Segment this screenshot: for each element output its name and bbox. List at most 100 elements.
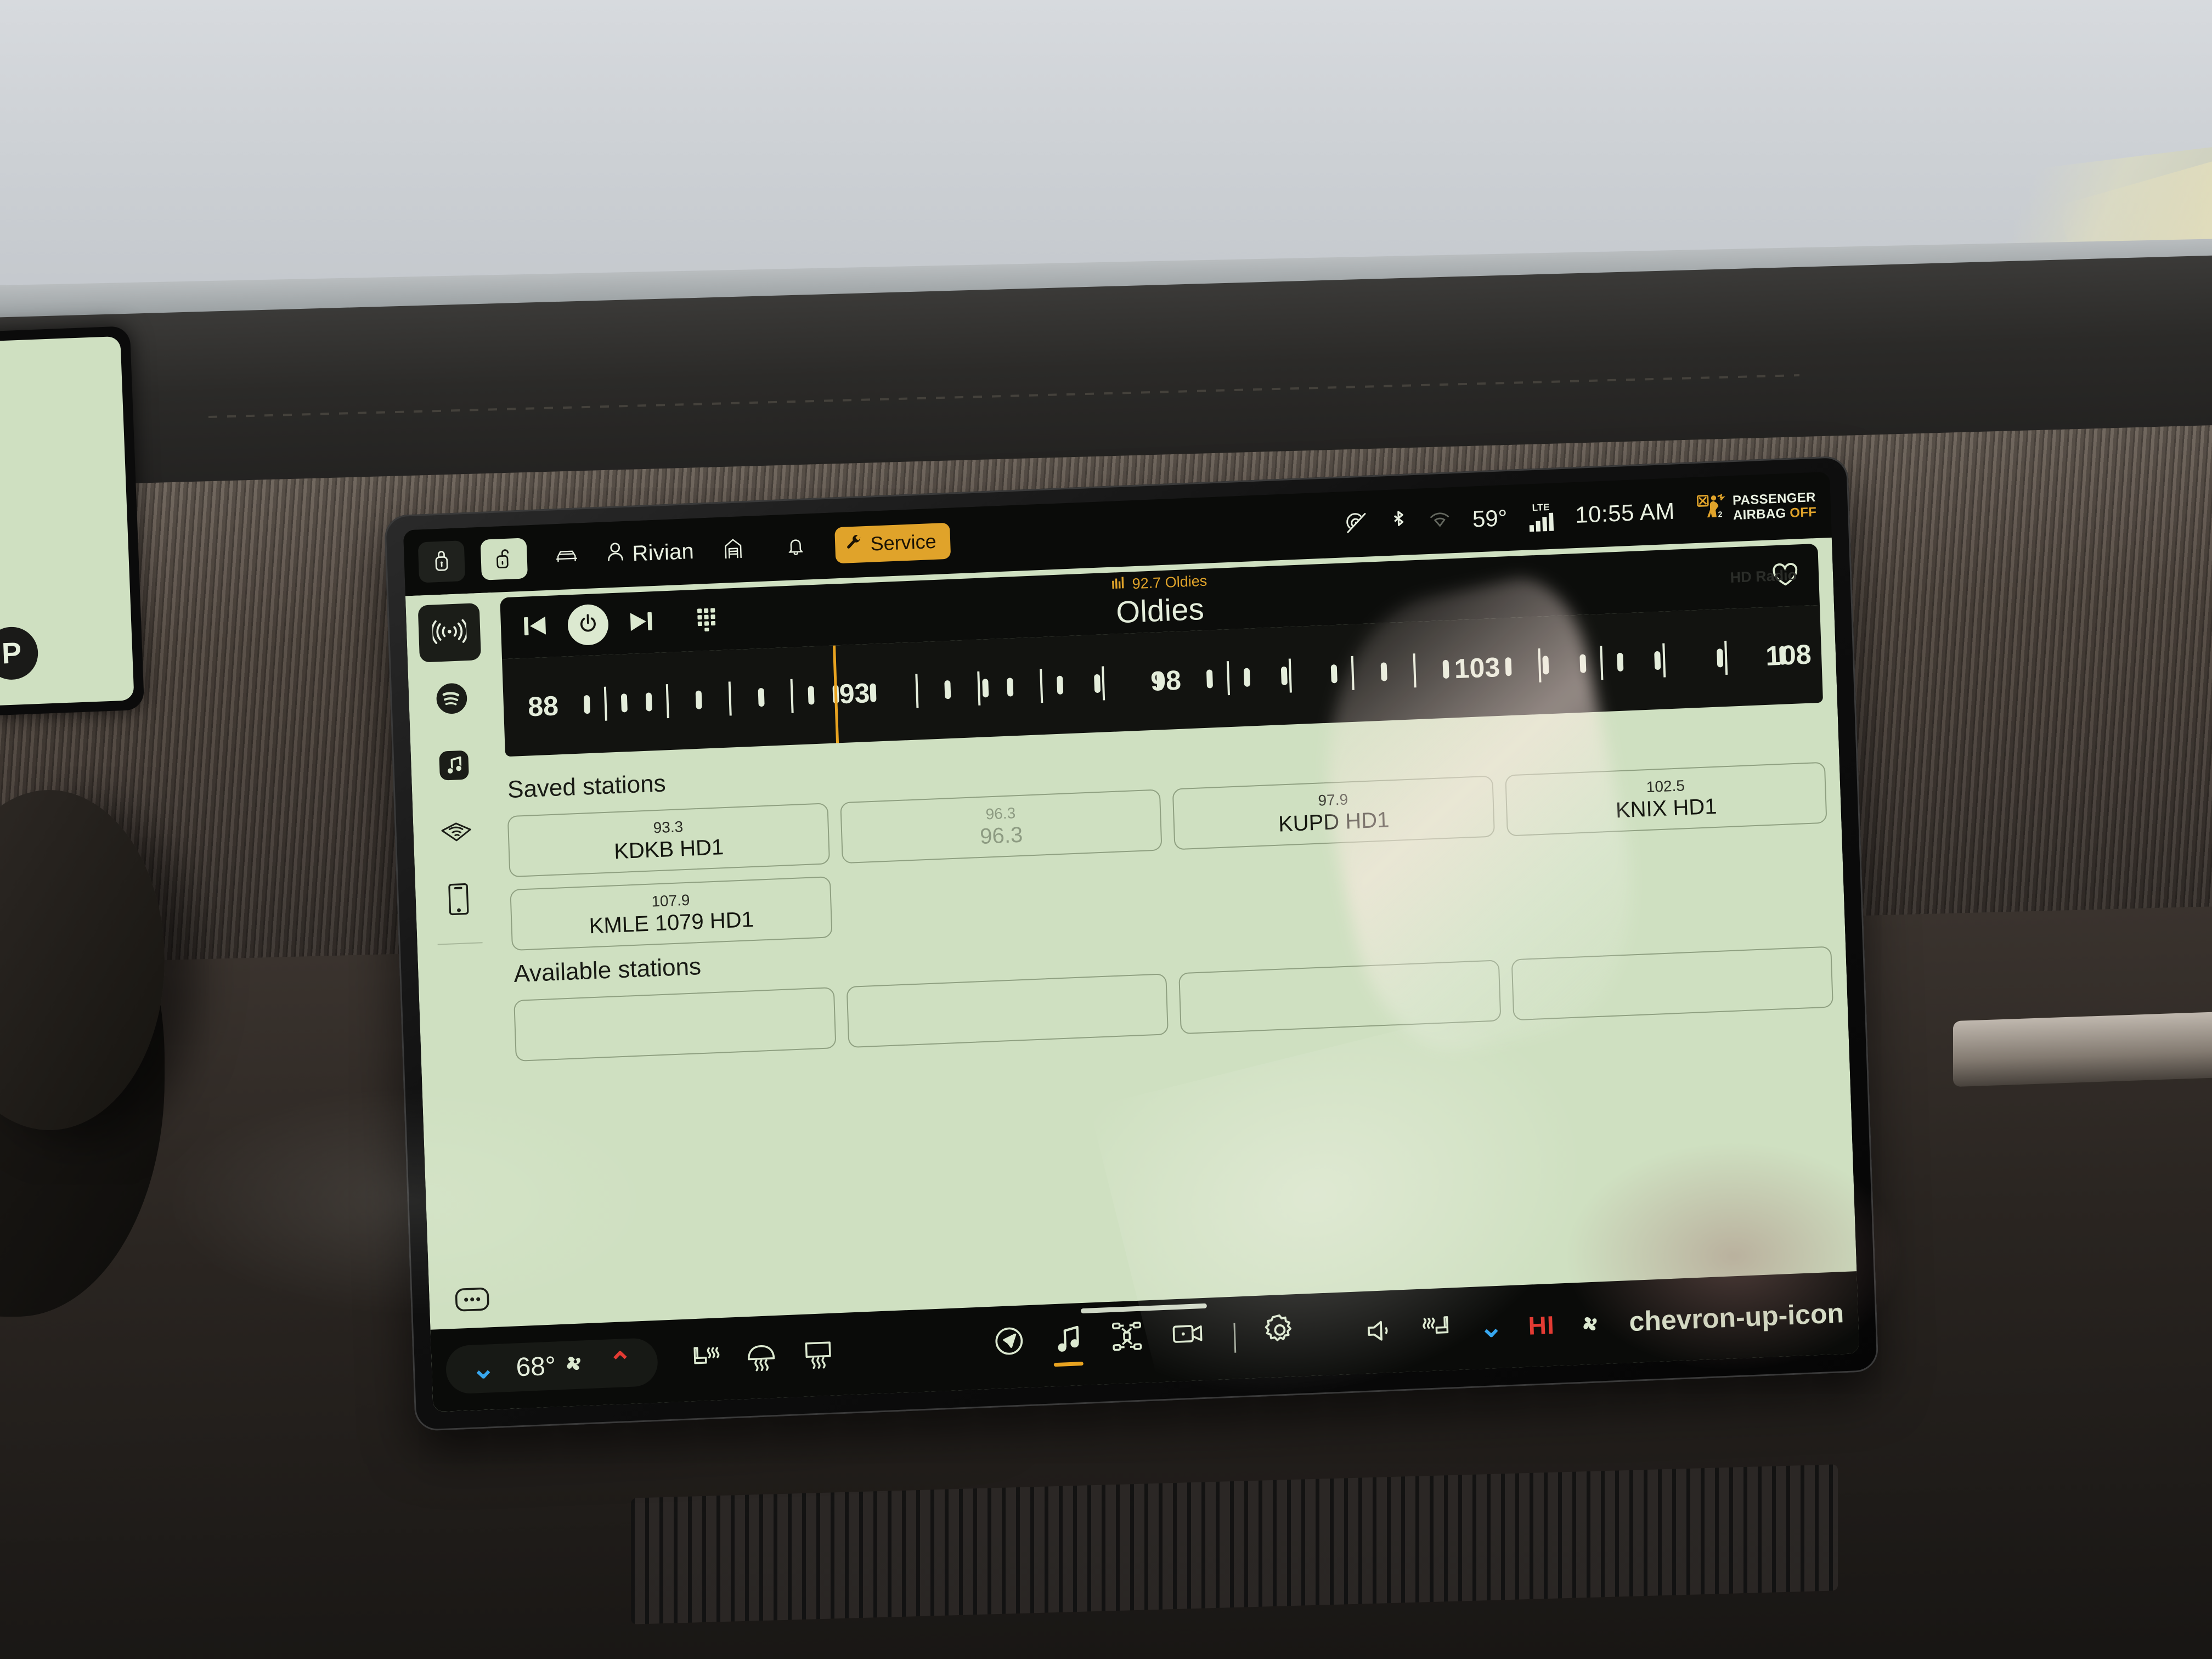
saved-station-card[interactable]: 93.3 KDKB HD1 xyxy=(507,803,830,878)
drive-modes-tab[interactable] xyxy=(1110,1320,1144,1365)
gear-indicator: P xyxy=(0,626,40,681)
tuner-station-marker[interactable] xyxy=(583,695,590,714)
tuner-label: 88 xyxy=(527,690,559,723)
saved-station-name: 96.3 xyxy=(979,822,1023,849)
broadcast-icon xyxy=(431,617,469,649)
cluster-screen: P xyxy=(0,336,134,707)
tuner-station-marker[interactable] xyxy=(981,679,989,698)
unlock-icon xyxy=(495,546,514,572)
power-button[interactable] xyxy=(567,603,610,646)
tuner-station-marker[interactable] xyxy=(758,687,765,707)
wifi-icon xyxy=(1428,510,1451,532)
available-station-card[interactable] xyxy=(514,987,836,1062)
tuner-station-marker[interactable] xyxy=(1007,678,1014,697)
tuner-station-marker[interactable] xyxy=(1579,654,1587,673)
tuner-station-marker[interactable] xyxy=(1717,648,1724,668)
lock-icon xyxy=(433,549,450,575)
bell-icon xyxy=(787,535,805,559)
tuner-station-marker[interactable] xyxy=(695,690,702,709)
rear-defrost-icon[interactable] xyxy=(802,1338,834,1372)
vehicle-button[interactable] xyxy=(543,535,590,578)
sidebar-item-more[interactable] xyxy=(441,1271,504,1330)
saved-station-name: KDKB HD1 xyxy=(613,834,724,864)
tuner-station-marker[interactable] xyxy=(808,686,815,705)
tuner-station-marker[interactable] xyxy=(1617,652,1624,672)
tuner-station-marker[interactable] xyxy=(1505,657,1512,676)
sidebar-item-radio[interactable] xyxy=(417,603,482,663)
driver-temperature: 68° xyxy=(516,1349,588,1383)
drawer-handle[interactable] xyxy=(1080,1303,1207,1314)
tuner-tick-major xyxy=(1662,643,1666,678)
collapse-button[interactable]: chevron-up-icon xyxy=(1629,1297,1844,1337)
saved-station-name: KMLE 1079 HD1 xyxy=(589,907,754,938)
station-frequency-label: 92.7 Oldies xyxy=(1132,572,1207,592)
passenger-fan-icon[interactable] xyxy=(1579,1310,1605,1338)
lock-button[interactable] xyxy=(417,540,466,583)
seat-heat-icon[interactable] xyxy=(687,1342,720,1377)
volume-icon[interactable] xyxy=(1364,1316,1397,1348)
available-station-card[interactable] xyxy=(1511,946,1833,1021)
previous-track-button[interactable] xyxy=(520,612,550,642)
tuner-station-marker[interactable] xyxy=(944,680,951,699)
profile-button[interactable]: Rivian xyxy=(606,538,695,569)
sidebar-item-phone[interactable] xyxy=(427,871,490,930)
profile-label: Rivian xyxy=(631,539,695,566)
tuner-tick-major xyxy=(1102,666,1105,701)
passenger-temp-down-button[interactable]: ⌄ xyxy=(1479,1311,1504,1344)
tuner-station-marker[interactable] xyxy=(1280,666,1288,686)
unlock-button[interactable] xyxy=(480,538,528,580)
tuner-station-marker[interactable] xyxy=(1243,668,1250,687)
available-station-card[interactable] xyxy=(846,973,1169,1048)
location-off-icon xyxy=(1344,510,1369,538)
front-defrost-icon[interactable] xyxy=(744,1340,777,1374)
saved-station-card[interactable]: 102.5 KNIX HD1 xyxy=(1504,761,1827,837)
driver-climate-control[interactable]: ⌄ 68° ⌃ xyxy=(445,1337,658,1395)
spotify-icon xyxy=(434,680,469,719)
sidebar-divider xyxy=(437,942,483,945)
tuner-station-marker[interactable] xyxy=(1442,659,1449,679)
tuner-tick-major xyxy=(977,671,981,706)
saved-station-frequency: 96.3 xyxy=(985,804,1016,822)
tuner-station-marker[interactable] xyxy=(1654,651,1661,670)
tuner-station-marker[interactable] xyxy=(620,693,628,713)
saved-station-frequency: 102.5 xyxy=(1646,776,1685,795)
tuner-station-marker[interactable] xyxy=(870,683,877,702)
tuner-tick-major xyxy=(603,686,607,721)
sidebar-item-audible[interactable] xyxy=(425,804,488,864)
navigation-icon xyxy=(993,1325,1025,1359)
temp-down-button[interactable]: ⌄ xyxy=(471,1352,496,1385)
camera-tab[interactable] xyxy=(1171,1319,1206,1361)
saved-station-card[interactable]: 97.9 KUPD HD1 xyxy=(1172,775,1495,850)
nav-tab[interactable] xyxy=(993,1325,1025,1369)
settings-tab[interactable] xyxy=(1263,1313,1297,1358)
now-playing-title: Oldies xyxy=(1115,591,1205,630)
service-button[interactable]: Service xyxy=(834,522,951,564)
tuner-station-marker[interactable] xyxy=(1542,656,1549,675)
tuner-station-marker[interactable] xyxy=(1206,669,1213,689)
station-subtitle: 92.7 Oldies xyxy=(1111,573,1207,594)
tuner-station-marker[interactable] xyxy=(645,692,653,712)
tuner-station-marker[interactable] xyxy=(1057,675,1064,695)
passenger-seat-heat-icon[interactable] xyxy=(1421,1312,1454,1347)
temp-up-button[interactable]: ⌃ xyxy=(608,1347,633,1380)
saved-station-name: KUPD HD1 xyxy=(1278,807,1390,837)
tuner-station-marker[interactable] xyxy=(1380,662,1387,681)
direct-tune-button[interactable] xyxy=(695,605,719,636)
next-track-button[interactable] xyxy=(627,607,656,637)
garage-button[interactable] xyxy=(710,528,757,571)
tuner-station-marker[interactable] xyxy=(1330,664,1338,684)
passenger-airbag-indicator: 2 PASSENGER AIRBAG OFF xyxy=(1696,489,1817,527)
music-tab[interactable] xyxy=(1052,1323,1084,1367)
saved-station-card[interactable]: 107.9 KMLE 1079 HD1 xyxy=(510,876,833,951)
tuner-tick-major xyxy=(1724,640,1728,675)
airbag-off-icon: 2 xyxy=(1696,493,1727,526)
tuner-station-marker[interactable] xyxy=(1094,674,1101,693)
hd-radio-logo: HD Radio xyxy=(1730,567,1797,586)
signal-bars-icon xyxy=(1111,576,1126,594)
sidebar-item-spotify[interactable] xyxy=(420,670,483,730)
notifications-button[interactable] xyxy=(772,526,820,568)
saved-station-frequency: 97.9 xyxy=(1318,790,1348,809)
available-station-card[interactable] xyxy=(1178,960,1501,1035)
sidebar-item-music[interactable] xyxy=(422,737,486,797)
saved-station-card[interactable]: 96.3 96.3 xyxy=(839,789,1163,864)
